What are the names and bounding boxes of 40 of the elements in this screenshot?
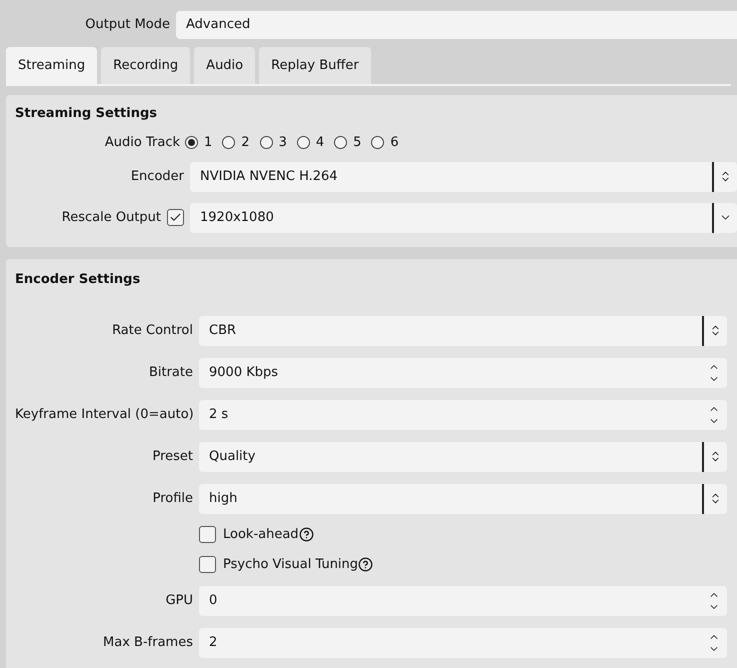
tab[interactable]: Audio <box>194 47 256 84</box>
field-label: Profile <box>152 490 194 508</box>
field-label: Preset <box>151 448 194 466</box>
field-label: Audio Track <box>104 134 181 152</box>
radio-button[interactable]: 3 <box>260 132 287 152</box>
dropdown[interactable]: 1920x1080 <box>190 202 737 232</box>
checkbox-label: Psycho Visual Tuning <box>223 556 358 574</box>
field-label: Output Mode <box>84 16 171 34</box>
checkbox-label: Look-ahead <box>223 526 299 544</box>
radio-button[interactable]: 6 <box>371 132 399 152</box>
dropdown[interactable]: high <box>199 484 727 514</box>
spin-box[interactable]: 0 <box>199 586 727 616</box>
radio-button[interactable]: 2 <box>222 132 250 152</box>
spin-box[interactable]: 2 <box>199 628 727 658</box>
field-label: Encoder <box>130 168 185 186</box>
checkbox[interactable] <box>167 209 184 226</box>
tab[interactable]: Streaming <box>6 47 98 84</box>
spin-box[interactable]: 2 s <box>199 400 727 430</box>
help-icon[interactable] <box>358 557 374 572</box>
radio-button[interactable]: 1 <box>185 132 212 152</box>
field-label: Keyframe Interval (0=auto) <box>15 406 195 424</box>
radio-button[interactable]: 5 <box>334 132 362 152</box>
section-title: Streaming Settings <box>15 105 158 123</box>
dropdown[interactable]: CBR <box>199 316 727 346</box>
field-label: Rescale Output <box>62 208 161 227</box>
field-label: Bitrate <box>148 364 194 382</box>
spin-box[interactable]: 9000 Kbps <box>199 358 727 388</box>
help-icon[interactable] <box>298 527 314 542</box>
checkbox[interactable] <box>199 556 216 573</box>
tab[interactable]: Replay Buffer <box>259 47 371 84</box>
tab[interactable]: Recording <box>101 47 190 84</box>
dropdown[interactable]: Advanced <box>176 10 737 38</box>
field-label: Rate Control <box>111 322 194 340</box>
field-label: Max B-frames <box>102 634 194 652</box>
dropdown[interactable]: NVIDIA NVENC H.264 <box>190 162 737 192</box>
dropdown[interactable]: Quality <box>199 442 727 472</box>
field-label: GPU <box>164 592 194 610</box>
radio-button[interactable]: 4 <box>296 132 324 152</box>
section-title: Encoder Settings <box>15 271 142 289</box>
checkbox[interactable] <box>199 526 216 543</box>
